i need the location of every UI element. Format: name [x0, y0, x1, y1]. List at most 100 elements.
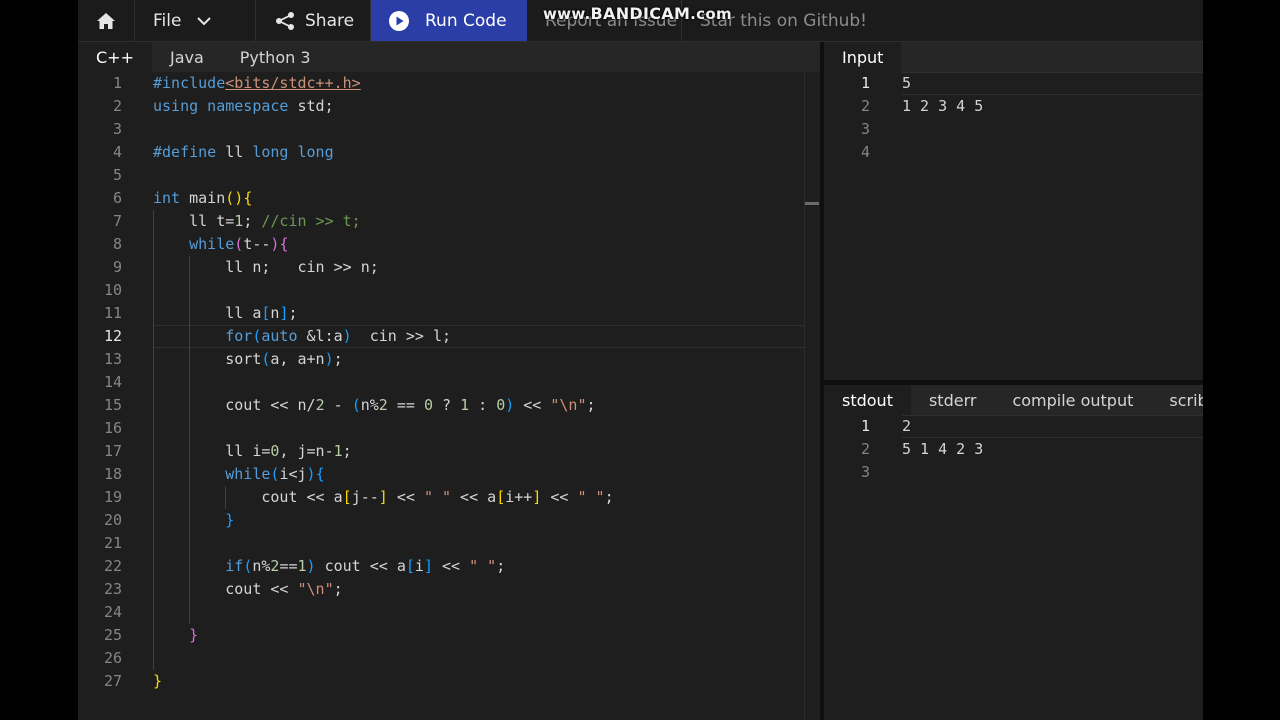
code-token: ll t=	[153, 212, 235, 230]
code-token: 0	[423, 396, 433, 414]
code-token: auto	[261, 327, 298, 345]
line-number: 10	[103, 281, 122, 299]
tab-compile-output[interactable]: compile output	[994, 385, 1151, 415]
panel-text: 1 2 3 4 5	[902, 97, 984, 115]
line-number: 24	[103, 603, 122, 621]
code-text: using namespace std;	[153, 95, 334, 118]
code-line: 5	[78, 164, 818, 187]
code-token: cout << a	[315, 557, 406, 575]
line-number: 3	[112, 120, 122, 138]
line-number: 9	[112, 258, 122, 276]
line-number: 5	[112, 166, 122, 184]
tab-input[interactable]: Input	[824, 42, 902, 72]
language-tabs: C++ Java Python 3	[78, 42, 820, 72]
code-token: ;	[333, 580, 343, 598]
code-token: ]	[378, 488, 388, 506]
code-token: i<j	[279, 465, 307, 483]
share-button[interactable]: Share	[256, 0, 371, 41]
line-number: 2	[112, 97, 122, 115]
code-token: )	[306, 465, 316, 483]
panel-text: 2	[902, 417, 912, 435]
code-token: {	[315, 465, 325, 483]
code-line: 26	[78, 647, 818, 670]
code-token: i++	[505, 488, 533, 506]
code-token: ;	[333, 350, 343, 368]
editor-pane: C++ Java Python 3 1 #include<bits/stdc++.…	[78, 42, 820, 720]
tab-scrib[interactable]: scrib	[1151, 385, 1203, 415]
code-token: ;	[496, 557, 506, 575]
code-token: , j=n-	[279, 442, 334, 460]
code-token: <<	[432, 557, 470, 575]
code-text: #include<bits/stdc++.h>	[153, 72, 361, 95]
code-token: main	[180, 189, 226, 207]
code-token: (	[243, 557, 253, 575]
panel-line: 2 5 1 4 2 3	[824, 438, 1203, 461]
code-text: #define ll long long	[153, 141, 334, 164]
editor-scrollbar[interactable]	[804, 72, 819, 720]
code-token: #include	[153, 74, 226, 92]
code-line: 4 #define ll long long	[78, 141, 818, 164]
code-token: ;	[243, 212, 262, 230]
home-button[interactable]	[78, 0, 135, 41]
line-number: 15	[103, 396, 122, 414]
code-token: [	[342, 488, 352, 506]
panel-line: 12	[824, 415, 1203, 438]
code-line: 1 #include<bits/stdc++.h>	[78, 72, 818, 95]
code-token: (	[234, 235, 244, 253]
code-token: 0	[496, 396, 506, 414]
code-token: 1	[297, 557, 307, 575]
code-token: (	[351, 396, 361, 414]
code-token: )	[342, 327, 352, 345]
output-pane: stdout stderr compile output scrib 1225 …	[824, 385, 1203, 720]
line-number: 23	[103, 580, 122, 598]
code-token: ==	[387, 396, 424, 414]
code-token: [	[405, 557, 415, 575]
scrollbar-position-marker	[805, 202, 819, 205]
share-icon	[276, 11, 294, 30]
tab-cpp[interactable]: C++	[78, 42, 152, 72]
tab-python3[interactable]: Python 3	[222, 42, 329, 72]
code-text: if(n%2==1) cout << a[i] << " ";	[153, 555, 505, 578]
code-token: <<	[541, 488, 578, 506]
code-token: while	[189, 235, 235, 253]
code-token: ll i=	[153, 442, 271, 460]
home-icon	[97, 12, 115, 29]
code-token: //cin >> t;	[261, 212, 361, 230]
code-token: )	[505, 396, 515, 414]
code-token: &l:a	[297, 327, 343, 345]
code-token: t--	[243, 235, 271, 253]
line-number: 6	[112, 189, 122, 207]
run-code-button[interactable]: Run Code	[371, 0, 527, 41]
code-token: ;	[586, 396, 596, 414]
code-text: for(auto &l:a) cin >> l;	[153, 325, 451, 348]
code-token: std;	[288, 97, 334, 115]
code-line: 8 while(t--){	[78, 233, 818, 256]
panel-line: 2 1 2 3 4 5	[824, 95, 1203, 118]
panel-line: 4	[824, 141, 1203, 164]
code-token: {	[279, 235, 289, 253]
line-number: 26	[103, 649, 122, 667]
line-number: 1	[112, 74, 122, 92]
code-token: " "	[423, 488, 452, 506]
tab-java[interactable]: Java	[152, 42, 222, 72]
chevron-down-icon	[197, 16, 212, 25]
line-number: 13	[103, 350, 122, 368]
code-text: }	[153, 509, 234, 532]
panel-line: 3	[824, 461, 1203, 484]
code-line: 27}	[78, 670, 818, 693]
line-number: 27	[103, 672, 122, 690]
code-line: 6 int main(){	[78, 187, 818, 210]
file-menu[interactable]: File	[135, 0, 256, 41]
tab-stderr[interactable]: stderr	[911, 385, 994, 415]
code-token: "\n"	[297, 580, 334, 598]
code-text: ll n; cin >> n;	[153, 256, 379, 279]
line-number: 2	[860, 97, 870, 115]
file-label: File	[153, 10, 182, 31]
panel-line: 3	[824, 118, 1203, 141]
code-token: a, a+n	[270, 350, 325, 368]
code-token: n%	[252, 557, 271, 575]
tab-stdout[interactable]: stdout	[824, 385, 911, 415]
code-editor[interactable]: 1 #include<bits/stdc++.h> 2 using namespace…	[78, 72, 820, 720]
line-number: 4	[860, 143, 870, 161]
